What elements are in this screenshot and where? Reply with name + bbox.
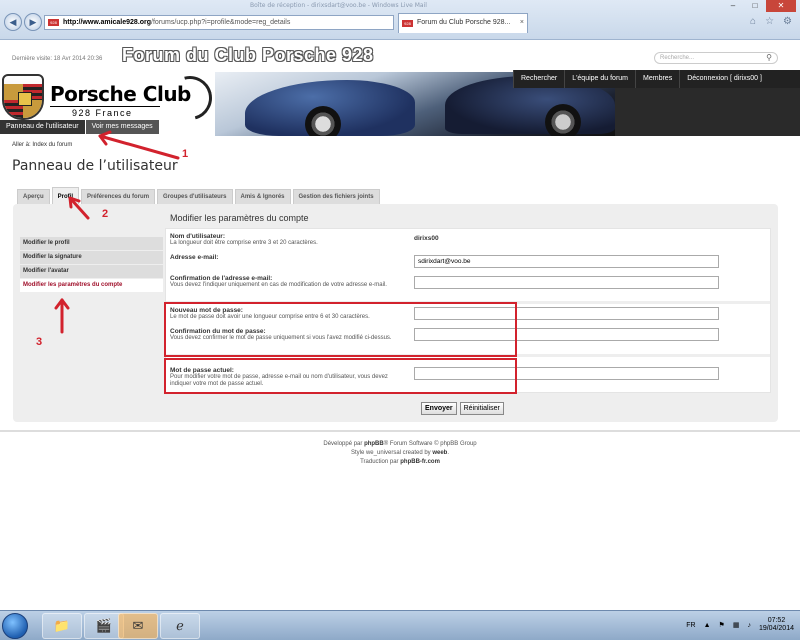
tab-close-icon[interactable]: × [520, 14, 524, 32]
back-button[interactable]: ◀ [4, 13, 22, 31]
tab-title: Forum du Club Porsche 928... [417, 19, 511, 26]
browser-tab[interactable]: 928 Forum du Club Porsche 928... × [398, 13, 528, 33]
nav-logout-link[interactable]: Déconnexion [ dirixs00 ] [679, 70, 769, 88]
email-field[interactable]: sdirixdart@voo.be [414, 255, 719, 268]
taskbar-mail-icon[interactable]: ✉ [118, 613, 158, 639]
tab-attachments[interactable]: Gestion des fichiers joints [292, 189, 380, 204]
favorites-star-icon[interactable]: ☆ [765, 16, 774, 27]
section-title: Modifier les paramètres du compte [170, 213, 309, 223]
language-indicator[interactable]: FR [686, 622, 695, 629]
subnav-my-messages[interactable]: Voir mes messages [85, 120, 159, 134]
tab-overview[interactable]: Aperçu [17, 189, 50, 204]
tab-friends[interactable]: Amis & Ignorés [234, 189, 291, 204]
volume-icon[interactable]: ♪ [747, 622, 751, 629]
url-path: /forums/ucp.php?i=profile&mode=reg_detai… [151, 19, 291, 26]
brand-divider [50, 106, 160, 107]
breadcrumb[interactable]: Aller à: Index du forum [12, 142, 72, 148]
footer-line-1: Développé par phpBB® Forum Software © ph… [323, 441, 477, 447]
forward-button[interactable]: ▶ [24, 13, 42, 31]
tab-favicon-icon: 928 [402, 20, 413, 27]
submit-button[interactable]: Envoyer [421, 402, 457, 415]
reset-button[interactable]: Réinitialiser [459, 402, 504, 415]
system-tray: FR ▲ ⚑ ▦ ♪ 07:52 19/04/2014 [686, 617, 794, 633]
form-buttons: Envoyer Réinitialiser [421, 402, 504, 415]
taskbar-ie-icon[interactable]: ℯ [160, 613, 200, 639]
email-confirm-label: Confirmation de l'adresse e-mail: [170, 275, 273, 282]
search-placeholder: Recherche... [660, 55, 695, 61]
username-label: Nom d'utilisateur: [170, 233, 225, 240]
club-logo[interactable]: Porsche Club 928 France [0, 67, 221, 129]
subnav-user-panel[interactable]: Panneau de l'utilisateur [0, 120, 85, 134]
footer-divider [0, 430, 800, 432]
email-row: Adresse e-mail: [170, 254, 400, 261]
top-navigation: Rechercher L'équipe du forum Membres Déc… [513, 70, 800, 88]
search-input[interactable]: Recherche... ⚲ [654, 52, 778, 64]
arrow-1-icon [98, 134, 180, 160]
ucp-tabs: Aperçu Profil Préférences du forum Group… [17, 187, 380, 204]
url-host: http://www.amicale928.org [63, 19, 152, 26]
footer-line-2: Style we_universal created by weeb. [350, 450, 450, 456]
tab-groups[interactable]: Groupes d'utilisateurs [157, 189, 233, 204]
settings-gear-icon[interactable]: ⚙ [783, 16, 792, 27]
tab-profile[interactable]: Profil [51, 187, 80, 204]
taskbar: 📁 🎬 ✉ ℯ FR ▲ ⚑ ▦ ♪ 07:52 19/04/2014 [0, 610, 800, 640]
address-bar[interactable]: 928 http://www.amicale928.org/forums/ucp… [44, 15, 394, 30]
footer: Développé par phpBB® Forum Software © ph… [0, 440, 800, 467]
phpbb-link[interactable]: phpBB [364, 441, 384, 447]
nav-search-link[interactable]: Rechercher [513, 70, 564, 88]
sidemenu-account-settings[interactable]: Modifier les paramètres du compte [20, 279, 163, 292]
brand-subtitle: 928 France [72, 108, 133, 118]
swoosh-icon [159, 67, 221, 129]
close-button[interactable]: ✕ [766, 0, 796, 12]
browser-toolbar-icons: ⌂ ☆ ⚙ [750, 16, 792, 27]
sidemenu-edit-profile[interactable]: Modifier le profil [20, 237, 163, 250]
email-confirm-row: Confirmation de l'adresse e-mail: Vous d… [170, 275, 400, 289]
search-icon[interactable]: ⚲ [766, 53, 772, 63]
sidemenu-edit-avatar[interactable]: Modifier l'avatar [20, 265, 163, 278]
sidemenu-edit-signature[interactable]: Modifier la signature [20, 251, 163, 264]
weeb-link[interactable]: weeb [432, 450, 447, 456]
tab-preferences[interactable]: Préférences du forum [81, 189, 156, 204]
clock[interactable]: 07:52 19/04/2014 [759, 617, 794, 633]
network-icon[interactable]: ▦ [733, 621, 740, 629]
sub-navigation: Panneau de l'utilisateur Voir mes messag… [0, 120, 160, 134]
page-title: Panneau de l’utilisateur [12, 158, 178, 174]
flag-icon[interactable]: ⚑ [719, 621, 725, 629]
translation-link[interactable]: phpBB-fr.com [400, 459, 440, 465]
email-confirm-hint: Vous devez l'indiquer uniquement en cas … [170, 282, 387, 288]
window-controls: – □ ✕ [722, 0, 796, 12]
favicon-icon: 928 [48, 19, 59, 26]
banner-dark-band [615, 88, 800, 136]
maximize-button[interactable]: □ [744, 0, 766, 12]
forum-title: Forum du Club Porsche 928 [122, 45, 374, 65]
footer-line-3: Traduction par phpBB-fr.com [360, 459, 440, 465]
annotation-3: 3 [36, 336, 43, 348]
email-confirm-field[interactable] [414, 276, 719, 289]
taskbar-explorer-icon[interactable]: 📁 [42, 613, 82, 639]
minimize-button[interactable]: – [722, 0, 744, 12]
password-highlight-box [164, 302, 517, 357]
clock-date: 19/04/2014 [758, 625, 794, 632]
username-hint: La longueur doit être comprise entre 3 e… [170, 240, 318, 246]
tray-arrow-icon[interactable]: ▲ [704, 622, 711, 629]
last-visit: Dernière visite: 18 Avr 2014 20:36 [12, 56, 103, 62]
browser-chrome: Boîte de réception - dirixsdart@voo.be -… [0, 0, 800, 40]
nav-members-link[interactable]: Membres [635, 70, 679, 88]
current-password-highlight-box [164, 358, 517, 394]
username-row: Nom d'utilisateur: La longueur doit être… [170, 233, 400, 247]
home-icon[interactable]: ⌂ [750, 16, 756, 27]
nav-team-link[interactable]: L'équipe du forum [564, 70, 635, 88]
start-button[interactable] [2, 613, 28, 639]
annotation-2: 2 [102, 208, 109, 220]
side-menu: Modifier le profil Modifier la signature… [20, 237, 163, 293]
window-title: Boîte de réception - dirixsdart@voo.be -… [250, 2, 427, 9]
porsche-crest-icon [2, 74, 44, 120]
username-value: dirixs00 [414, 235, 439, 242]
email-label: Adresse e-mail: [170, 254, 219, 261]
annotation-1: 1 [182, 148, 189, 160]
page: Dernière visite: 18 Avr 2014 20:36 Forum… [0, 40, 800, 610]
clock-time: 07:52 [767, 617, 786, 624]
